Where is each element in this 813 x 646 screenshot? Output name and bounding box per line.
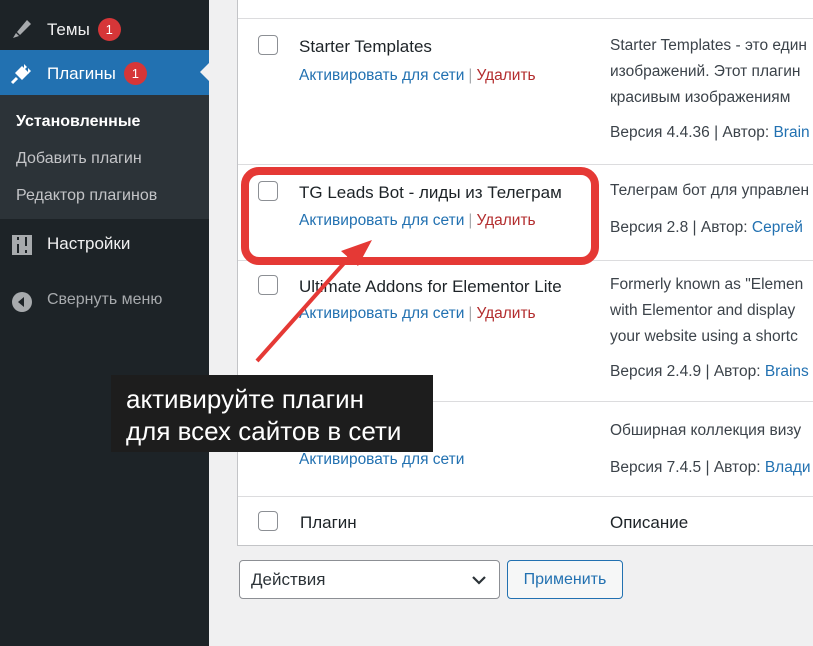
plugin-meta: Версия 2.4.9 | Автор: Brains xyxy=(610,363,809,380)
collapse-menu-button[interactable]: Свернуть меню xyxy=(0,279,209,323)
bulk-actions-value: Действия xyxy=(251,570,326,589)
menu-label: Настройки xyxy=(47,234,131,253)
plugin-description: Formerly known as "Elemen with Elementor… xyxy=(610,276,804,345)
submenu-plugin-editor[interactable]: Редактор плагинов xyxy=(16,187,157,205)
menu-label: Плагины 1 xyxy=(47,62,147,85)
highlight-frame xyxy=(241,167,599,265)
plugin-description: Телеграм бот для управлен xyxy=(610,182,810,199)
update-count-badge: 1 xyxy=(123,62,147,85)
plugin-meta: Версия 4.4.36 | Автор: Brain xyxy=(610,124,810,141)
submenu-installed[interactable]: Установленные xyxy=(16,113,140,131)
collapse-arrow-icon xyxy=(12,292,32,312)
plugin-title: Starter Templates xyxy=(299,37,432,56)
settings-sliders-icon xyxy=(12,235,32,255)
delete-link[interactable]: Удалить xyxy=(476,305,535,322)
table-row xyxy=(238,0,813,19)
column-header-plugin[interactable]: Плагин xyxy=(300,513,357,533)
annotation-callout: активируйте плагин для всех сайтов в сет… xyxy=(111,375,433,452)
plugins-submenu: Установленные Добавить плагин Редактор п… xyxy=(0,95,209,219)
table-row: Starter Templates Активировать для сети |… xyxy=(238,19,813,165)
bulk-actions-select[interactable]: Действия xyxy=(239,560,500,599)
plugin-meta: Версия 7.4.5 | Автор: Влади xyxy=(610,459,811,476)
activate-network-link[interactable]: Активировать для сети xyxy=(299,67,464,84)
callout-line: активируйте плагин xyxy=(126,384,364,414)
table-footer: Плагин Описание xyxy=(238,497,813,545)
plugins-table: Starter Templates Активировать для сети |… xyxy=(237,0,813,546)
row-actions: Активировать для сети | Удалить xyxy=(299,67,536,84)
plugin-icon xyxy=(10,64,31,85)
author-link[interactable]: Влади xyxy=(765,459,811,476)
row-checkbox[interactable] xyxy=(258,275,278,295)
callout-line: для всех сайтов в сети xyxy=(126,416,402,446)
row-checkbox[interactable] xyxy=(258,35,278,55)
row-actions: Активировать для сети xyxy=(299,451,464,469)
select-all-checkbox[interactable] xyxy=(258,511,278,531)
delete-link[interactable]: Удалить xyxy=(476,67,535,84)
plugin-description: Обширная коллекция визу xyxy=(610,422,802,439)
author-link[interactable]: Brains xyxy=(765,363,809,380)
submenu-add-plugin[interactable]: Добавить плагин xyxy=(16,150,142,168)
menu-label: Свернуть меню xyxy=(47,291,163,308)
author-link[interactable]: Brain xyxy=(773,124,809,141)
row-actions: Активировать для сети | Удалить xyxy=(299,305,536,322)
plugin-meta: Версия 2.8 | Автор: Сергей xyxy=(610,219,803,236)
chevron-down-icon xyxy=(472,576,486,585)
plugin-title: Ultimate Addons for Elementor Lite xyxy=(299,277,562,296)
column-header-description: Описание xyxy=(610,513,689,532)
activate-network-link[interactable]: Активировать для сети xyxy=(299,305,464,322)
menu-label: Темы 1 xyxy=(47,18,121,41)
admin-sidebar: Темы 1 Плагины 1 Установленные Добавить пл… xyxy=(0,0,209,646)
update-count-badge: 1 xyxy=(97,18,121,41)
menu-item-plugins[interactable]: Плагины 1 xyxy=(0,50,209,95)
apply-button[interactable]: Применить xyxy=(507,560,623,599)
menu-item-themes[interactable]: Темы 1 xyxy=(0,6,209,50)
activate-network-link[interactable]: Активировать для сети xyxy=(299,451,464,468)
author-link[interactable]: Сергей xyxy=(752,219,803,236)
paintbrush-icon xyxy=(13,20,31,38)
menu-item-settings[interactable]: Настройки xyxy=(0,222,209,266)
plugin-description: Starter Templates - это един изображений… xyxy=(610,37,807,106)
